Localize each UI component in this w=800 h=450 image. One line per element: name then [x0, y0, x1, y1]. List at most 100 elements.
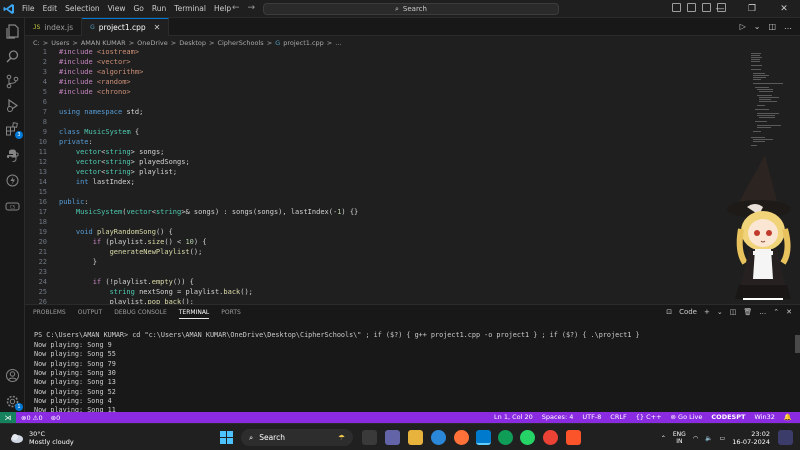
- code-line[interactable]: 24 if (!playlist.empty()) {: [25, 277, 194, 287]
- maximize-panel-icon[interactable]: ⌃: [773, 308, 779, 316]
- tab-index-js[interactable]: JS index.js: [25, 18, 83, 36]
- codesnap-status[interactable]: CODESPT: [711, 413, 745, 421]
- platform-status[interactable]: Win32: [754, 413, 774, 421]
- search-icon[interactable]: [5, 49, 20, 64]
- copilot-icon[interactable]: [778, 430, 793, 445]
- code-line[interactable]: 2 #include <vector>: [25, 57, 131, 67]
- vscode-taskbar-icon[interactable]: [476, 430, 491, 445]
- minimize-icon[interactable]: —: [704, 0, 736, 18]
- menu-run[interactable]: Run: [152, 4, 166, 13]
- new-terminal-icon[interactable]: +: [704, 308, 710, 316]
- code-line[interactable]: 10 private:: [25, 137, 93, 147]
- run-icon[interactable]: ▷: [740, 22, 746, 31]
- split-editor-icon[interactable]: ◫: [768, 22, 776, 31]
- weather-widget[interactable]: 30°C Mostly cloudy: [10, 430, 74, 446]
- tab-terminal[interactable]: TERMINAL: [178, 309, 210, 319]
- go-live-button[interactable]: ⊚ Go Live: [671, 413, 703, 421]
- menu-edit[interactable]: Edit: [43, 4, 58, 13]
- close-panel-icon[interactable]: ✕: [786, 308, 792, 316]
- tab-output[interactable]: OUTPUT: [78, 309, 102, 319]
- breadcrumb-part[interactable]: Users: [51, 39, 69, 47]
- breadcrumb-part[interactable]: AMAN KUMAR: [81, 39, 126, 47]
- split-terminal-icon[interactable]: ◫: [730, 308, 737, 316]
- code-line[interactable]: 11 vector<string> songs;: [25, 147, 165, 157]
- windows-start-icon[interactable]: [219, 430, 234, 445]
- menu-view[interactable]: View: [108, 4, 126, 13]
- tab-ports[interactable]: PORTS: [221, 309, 241, 319]
- tray-overflow-icon[interactable]: ⌃: [661, 435, 666, 442]
- source-control-icon[interactable]: [5, 74, 20, 89]
- wifi-icon[interactable]: ◠: [693, 435, 698, 442]
- volume-icon[interactable]: 🔈: [705, 435, 712, 442]
- breadcrumb-part[interactable]: project1.cpp: [283, 39, 324, 47]
- terminal-dropdown-icon[interactable]: ⌄: [717, 308, 723, 316]
- code-line[interactable]: 26 playlist.pop_back();: [25, 297, 194, 304]
- code-line[interactable]: 15: [25, 187, 59, 197]
- menu-help[interactable]: Help: [214, 4, 231, 13]
- cursor-position[interactable]: Ln 1, Col 20: [494, 413, 533, 421]
- python-icon[interactable]: [5, 148, 20, 163]
- explorer-icon[interactable]: [5, 24, 20, 39]
- breadcrumb-part[interactable]: CipherSchools: [217, 39, 263, 47]
- code-line[interactable]: 7 using namespace std;: [25, 107, 144, 117]
- toggle-panel-icon[interactable]: [687, 3, 696, 12]
- problems-status[interactable]: ⊗0 ⚠0: [21, 414, 43, 422]
- file-explorer-icon[interactable]: [408, 430, 423, 445]
- live-share-icon[interactable]: [5, 173, 20, 188]
- code-line[interactable]: 17 MusicSystem(vector<string>& songs) : …: [25, 207, 359, 217]
- code-line[interactable]: 4 #include <random>: [25, 77, 131, 87]
- toggle-sidebar-icon[interactable]: [672, 3, 681, 12]
- account-icon[interactable]: [5, 368, 20, 383]
- menu-terminal[interactable]: Terminal: [174, 4, 206, 13]
- code-line[interactable]: 6: [25, 97, 59, 107]
- code-line[interactable]: 16 public:: [25, 197, 89, 207]
- code-line[interactable]: 20 if (playlist.size() < 10) {: [25, 237, 207, 247]
- trash-icon[interactable]: 🗑: [743, 308, 752, 316]
- teams-icon[interactable]: [385, 430, 400, 445]
- close-icon[interactable]: ✕: [768, 0, 800, 18]
- code-line[interactable]: 21 generateNewPlaylist();: [25, 247, 203, 257]
- terminal-scrollbar[interactable]: [795, 335, 800, 353]
- breadcrumb-part[interactable]: ...: [335, 39, 341, 47]
- code-line[interactable]: 12 vector<string> playedSongs;: [25, 157, 190, 167]
- close-tab-icon[interactable]: ✕: [154, 23, 161, 32]
- encoding[interactable]: UTF-8: [582, 413, 601, 421]
- taskbar-search[interactable]: ⌕ Search ☂: [241, 429, 353, 446]
- chrome-icon[interactable]: [543, 430, 558, 445]
- codesnap-icon[interactable]: CS: [5, 199, 20, 214]
- clock[interactable]: 23:02 16-07-2024: [732, 430, 770, 446]
- firefox-icon[interactable]: [454, 430, 469, 445]
- code-line[interactable]: 22 }: [25, 257, 97, 267]
- terminal-shell-label[interactable]: Code: [679, 308, 697, 316]
- run-debug-icon[interactable]: [5, 98, 20, 113]
- task-view-icon[interactable]: [362, 430, 377, 445]
- code-line[interactable]: 9 class MusicSystem {: [25, 127, 139, 137]
- language-mode[interactable]: {} C++: [636, 413, 662, 421]
- forward-arrow-icon[interactable]: →: [248, 3, 256, 13]
- battery-icon[interactable]: ▭: [720, 435, 726, 442]
- indentation[interactable]: Spaces: 4: [542, 413, 574, 421]
- code-line[interactable]: 25 string nextSong = playlist.back();: [25, 287, 253, 297]
- code-line[interactable]: 19 void playRandomSong() {: [25, 227, 173, 237]
- more-actions-icon[interactable]: …: [759, 308, 766, 316]
- code-line[interactable]: 18: [25, 217, 59, 227]
- extensions-icon[interactable]: 3: [5, 122, 23, 139]
- breadcrumb-part[interactable]: Desktop: [179, 39, 206, 47]
- notifications-bell-icon[interactable]: 🔔: [784, 413, 792, 421]
- code-line[interactable]: 3 #include <algorithm>: [25, 67, 144, 77]
- menu-file[interactable]: File: [22, 4, 35, 13]
- more-actions-icon[interactable]: …: [784, 22, 792, 31]
- end-of-line[interactable]: CRLF: [610, 413, 626, 421]
- code-line[interactable]: 14 int lastIndex;: [25, 177, 135, 187]
- run-dropdown-icon[interactable]: ⌄: [754, 22, 761, 31]
- code-line[interactable]: 8: [25, 117, 59, 127]
- code-line[interactable]: 5 #include <chrono>: [25, 87, 131, 97]
- breadcrumb-part[interactable]: OneDrive: [137, 39, 168, 47]
- back-arrow-icon[interactable]: ←: [232, 3, 240, 13]
- edge-icon[interactable]: [431, 430, 446, 445]
- whatsapp-icon[interactable]: [520, 430, 535, 445]
- tab-project1-cpp[interactable]: G project1.cpp ✕: [82, 18, 170, 36]
- breadcrumb-part[interactable]: C:: [33, 39, 40, 47]
- brave-icon[interactable]: [566, 430, 581, 445]
- ports-status[interactable]: ⊛0: [51, 414, 61, 422]
